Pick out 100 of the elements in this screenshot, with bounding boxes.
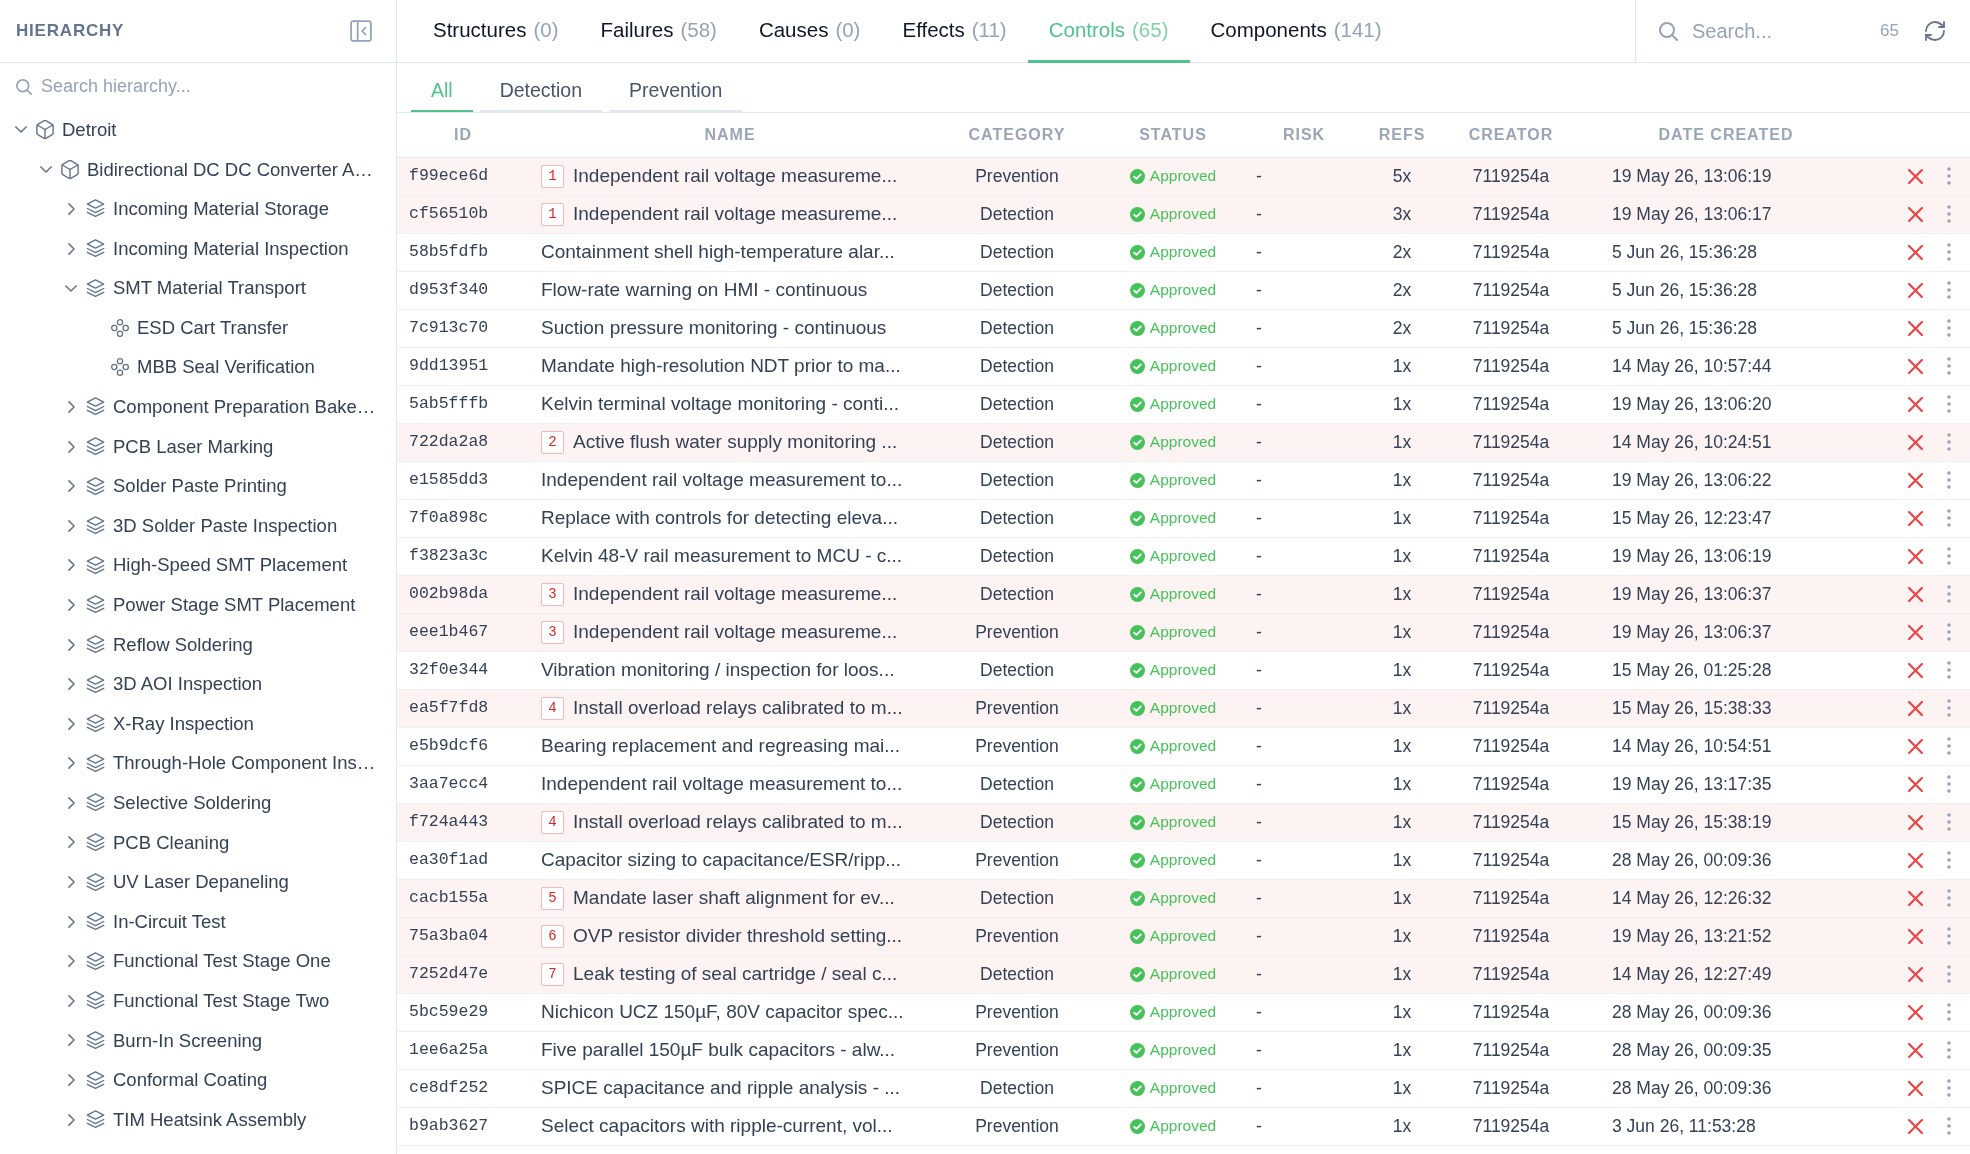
tree-item[interactable]: Conformal Coating	[113, 1066, 268, 1094]
vertical-dots-icon[interactable]	[1947, 585, 1951, 603]
chevron-right-icon[interactable]	[67, 678, 75, 691]
chevron-right-icon[interactable]	[67, 519, 75, 532]
close-icon[interactable]	[1908, 700, 1923, 716]
close-icon[interactable]	[1908, 1118, 1923, 1134]
tree-item[interactable]: 3D Solder Paste Inspection	[113, 511, 338, 540]
vertical-dots-icon[interactable]	[1947, 547, 1951, 565]
close-icon[interactable]	[1908, 282, 1923, 298]
vertical-dots-icon[interactable]	[1947, 813, 1951, 831]
tree-item[interactable]: Selective Soldering	[113, 789, 272, 817]
search-field[interactable]: Search hierarchy...	[41, 73, 361, 100]
vertical-dots-icon[interactable]	[1947, 737, 1951, 755]
close-icon[interactable]	[1908, 928, 1923, 944]
tab[interactable]: Causes (0)	[737, 0, 882, 63]
chevron-right-icon[interactable]	[67, 757, 75, 770]
tree-item[interactable]: PCB Cleaning	[113, 828, 230, 857]
vertical-dots-icon[interactable]	[1947, 965, 1951, 983]
tree-item[interactable]: Solder Paste Printing	[113, 472, 287, 500]
chevron-right-icon[interactable]	[67, 836, 75, 849]
vertical-dots-icon[interactable]	[1947, 775, 1951, 793]
tab[interactable]: Structures (0)	[412, 0, 580, 63]
close-icon[interactable]	[1908, 1080, 1923, 1096]
chevron-right-icon[interactable]	[67, 1113, 75, 1126]
tab[interactable]: Components (141)	[1189, 0, 1403, 63]
tree-item[interactable]: UV Laser Depaneling	[113, 868, 289, 896]
sidebar-collapse-icon[interactable]	[350, 20, 372, 42]
vertical-dots-icon[interactable]	[1947, 509, 1951, 527]
chevron-right-icon[interactable]	[67, 1034, 75, 1047]
chevron-right-icon[interactable]	[67, 717, 75, 730]
chevron-right-icon[interactable]	[67, 796, 75, 809]
close-icon[interactable]	[1908, 966, 1923, 982]
vertical-dots-icon[interactable]	[1947, 319, 1951, 337]
tree-item[interactable]: Component Preparation Bake…	[113, 393, 376, 421]
chevron-right-icon[interactable]	[67, 638, 75, 651]
chevron-right-icon[interactable]	[67, 1074, 75, 1087]
tree-item[interactable]: Incoming Material Storage	[113, 195, 329, 223]
tree-item[interactable]: Functional Test Stage Two	[113, 987, 330, 1015]
close-icon[interactable]	[1908, 624, 1923, 640]
close-icon[interactable]	[1908, 1004, 1923, 1020]
chevron-right-icon[interactable]	[67, 598, 75, 611]
vertical-dots-icon[interactable]	[1947, 1041, 1951, 1059]
tree-item[interactable]: Detroit	[62, 115, 117, 144]
vertical-dots-icon[interactable]	[1947, 1003, 1951, 1021]
vertical-dots-icon[interactable]	[1947, 243, 1951, 261]
tree-item[interactable]: Burn-In Screening	[113, 1026, 263, 1055]
close-icon[interactable]	[1908, 776, 1923, 792]
chevron-right-icon[interactable]	[67, 242, 75, 255]
vertical-dots-icon[interactable]	[1947, 205, 1951, 223]
close-icon[interactable]	[1908, 206, 1923, 222]
chevron-right-icon[interactable]	[67, 955, 75, 968]
tab[interactable]: Effects (11)	[881, 0, 1028, 63]
tree-item[interactable]: PCB Laser Marking	[113, 432, 274, 461]
close-icon[interactable]	[1908, 320, 1923, 336]
tree-item[interactable]: High-Speed SMT Placement	[113, 551, 348, 580]
close-icon[interactable]	[1908, 168, 1923, 184]
close-icon[interactable]	[1908, 586, 1923, 602]
tree-item[interactable]: Incoming Material Inspection	[113, 234, 349, 263]
vertical-dots-icon[interactable]	[1947, 1117, 1951, 1135]
close-icon[interactable]	[1908, 396, 1923, 412]
tree-item[interactable]: In-Circuit Test	[113, 907, 226, 936]
refresh-icon[interactable]	[1925, 21, 1945, 41]
tree-item[interactable]: SMT Material Transport	[113, 274, 306, 303]
chevron-right-icon[interactable]	[67, 994, 75, 1007]
vertical-dots-icon[interactable]	[1947, 851, 1951, 869]
tab[interactable]: Failures (58)	[579, 0, 738, 63]
close-icon[interactable]	[1908, 244, 1923, 260]
close-icon[interactable]	[1908, 1042, 1923, 1058]
close-icon[interactable]	[1908, 510, 1923, 526]
vertical-dots-icon[interactable]	[1947, 281, 1951, 299]
chevron-down-icon[interactable]	[15, 126, 27, 134]
filter-tab[interactable]: Detection	[479, 72, 603, 112]
chevron-right-icon[interactable]	[67, 480, 75, 493]
tree-item[interactable]: Functional Test Stage One	[113, 947, 331, 976]
close-icon[interactable]	[1908, 738, 1923, 754]
vertical-dots-icon[interactable]	[1947, 167, 1951, 185]
search-field[interactable]: Search...	[1692, 16, 1867, 46]
tree-item[interactable]: X-Ray Inspection	[113, 709, 254, 738]
close-icon[interactable]	[1908, 852, 1923, 868]
chevron-right-icon[interactable]	[67, 400, 75, 413]
tree-item[interactable]: ESD Cart Transfer	[137, 313, 289, 342]
chevron-right-icon[interactable]	[67, 203, 75, 215]
chevron-right-icon[interactable]	[67, 559, 75, 572]
close-icon[interactable]	[1908, 814, 1923, 830]
vertical-dots-icon[interactable]	[1947, 395, 1951, 413]
tree-item[interactable]: Bidirectional DC DC Converter A…	[87, 155, 373, 184]
close-icon[interactable]	[1908, 548, 1923, 564]
chevron-right-icon[interactable]	[67, 876, 75, 889]
tree-item[interactable]: Reflow Soldering	[113, 630, 253, 659]
vertical-dots-icon[interactable]	[1947, 623, 1951, 641]
vertical-dots-icon[interactable]	[1947, 357, 1951, 375]
close-icon[interactable]	[1908, 662, 1923, 678]
chevron-down-icon[interactable]	[40, 165, 52, 173]
tree-item[interactable]: MBB Seal Verification	[137, 353, 315, 382]
chevron-right-icon[interactable]	[67, 915, 75, 928]
close-icon[interactable]	[1908, 472, 1923, 488]
tree-item[interactable]: Through-Hole Component Ins…	[113, 749, 376, 778]
tree-item[interactable]: 3D AOI Inspection	[113, 670, 263, 698]
vertical-dots-icon[interactable]	[1947, 433, 1951, 451]
vertical-dots-icon[interactable]	[1947, 661, 1951, 679]
